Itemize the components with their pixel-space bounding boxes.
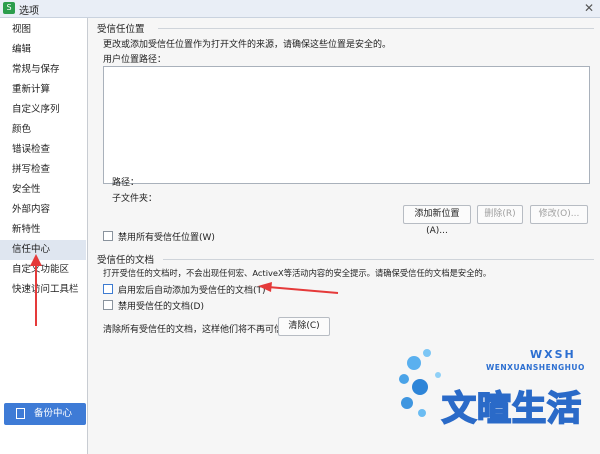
- arrow-left-head: [258, 282, 272, 292]
- watermark-pinyin: WENXUANSHENGHUO: [486, 363, 585, 372]
- watermark-letters: WXSH: [530, 348, 576, 361]
- watermark-text: 文暄生活: [441, 388, 582, 430]
- watermark-logo: WXSH WENXUANSHENGHUO 文暄生活: [392, 345, 592, 445]
- arrow-left-line: [267, 286, 339, 294]
- arrow-up-head: [30, 254, 42, 266]
